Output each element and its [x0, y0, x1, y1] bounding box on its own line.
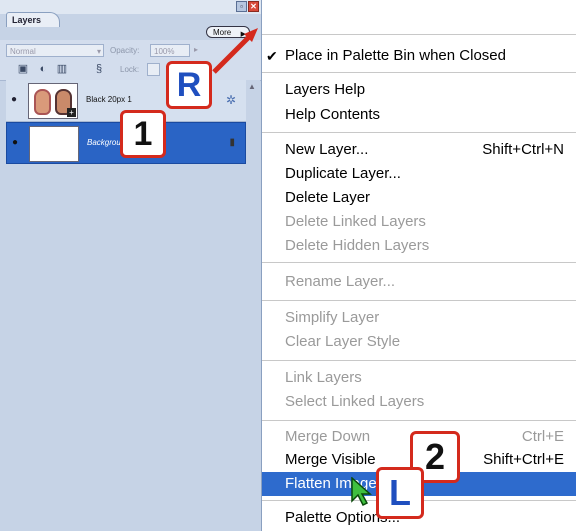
callout-r: R	[166, 61, 212, 109]
callout-r-label: R	[176, 66, 202, 104]
callout-1: 1	[120, 110, 166, 158]
callout-l: L	[376, 467, 424, 519]
callout-1-label: 1	[133, 115, 153, 153]
callout-2-label: 2	[424, 436, 446, 477]
red-arrow-annotation	[212, 28, 258, 74]
callout-l-label: L	[389, 472, 411, 513]
mouse-cursor-icon	[351, 477, 372, 507]
